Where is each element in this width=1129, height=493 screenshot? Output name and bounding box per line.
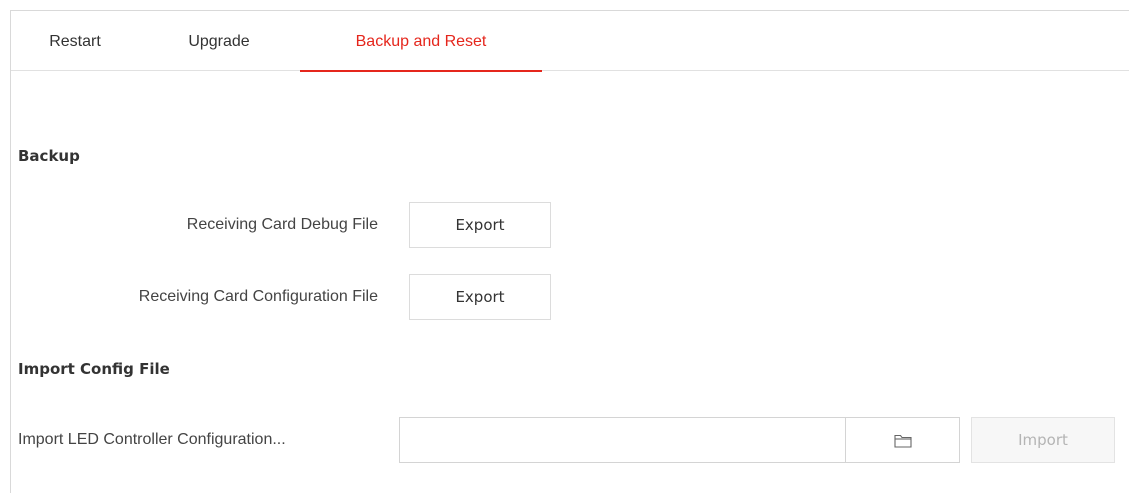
browse-file-button[interactable]	[845, 417, 960, 463]
tab-backup-and-reset[interactable]: Backup and Reset	[300, 11, 542, 72]
debug-file-label: Receiving Card Debug File	[186, 216, 378, 233]
tab-bar: Restart Upgrade Backup and Reset	[11, 11, 1129, 72]
import-file-path-field[interactable]	[399, 417, 846, 463]
configuration-file-label: Receiving Card Configuration File	[138, 288, 378, 305]
backup-section-title: Backup	[18, 147, 80, 165]
tab-upgrade[interactable]: Upgrade	[174, 11, 264, 71]
import-led-controller-label: Import LED Controller Configuration...	[18, 431, 286, 448]
import-button[interactable]: Import	[971, 417, 1115, 463]
tab-restart[interactable]: Restart	[39, 11, 111, 71]
folder-icon	[894, 434, 912, 448]
export-configuration-file-button[interactable]: Export	[409, 274, 551, 320]
export-debug-file-button[interactable]: Export	[409, 202, 551, 248]
content-panel: Restart Upgrade Backup and Reset Backup …	[10, 10, 1129, 493]
import-config-section-title: Import Config File	[18, 360, 170, 378]
